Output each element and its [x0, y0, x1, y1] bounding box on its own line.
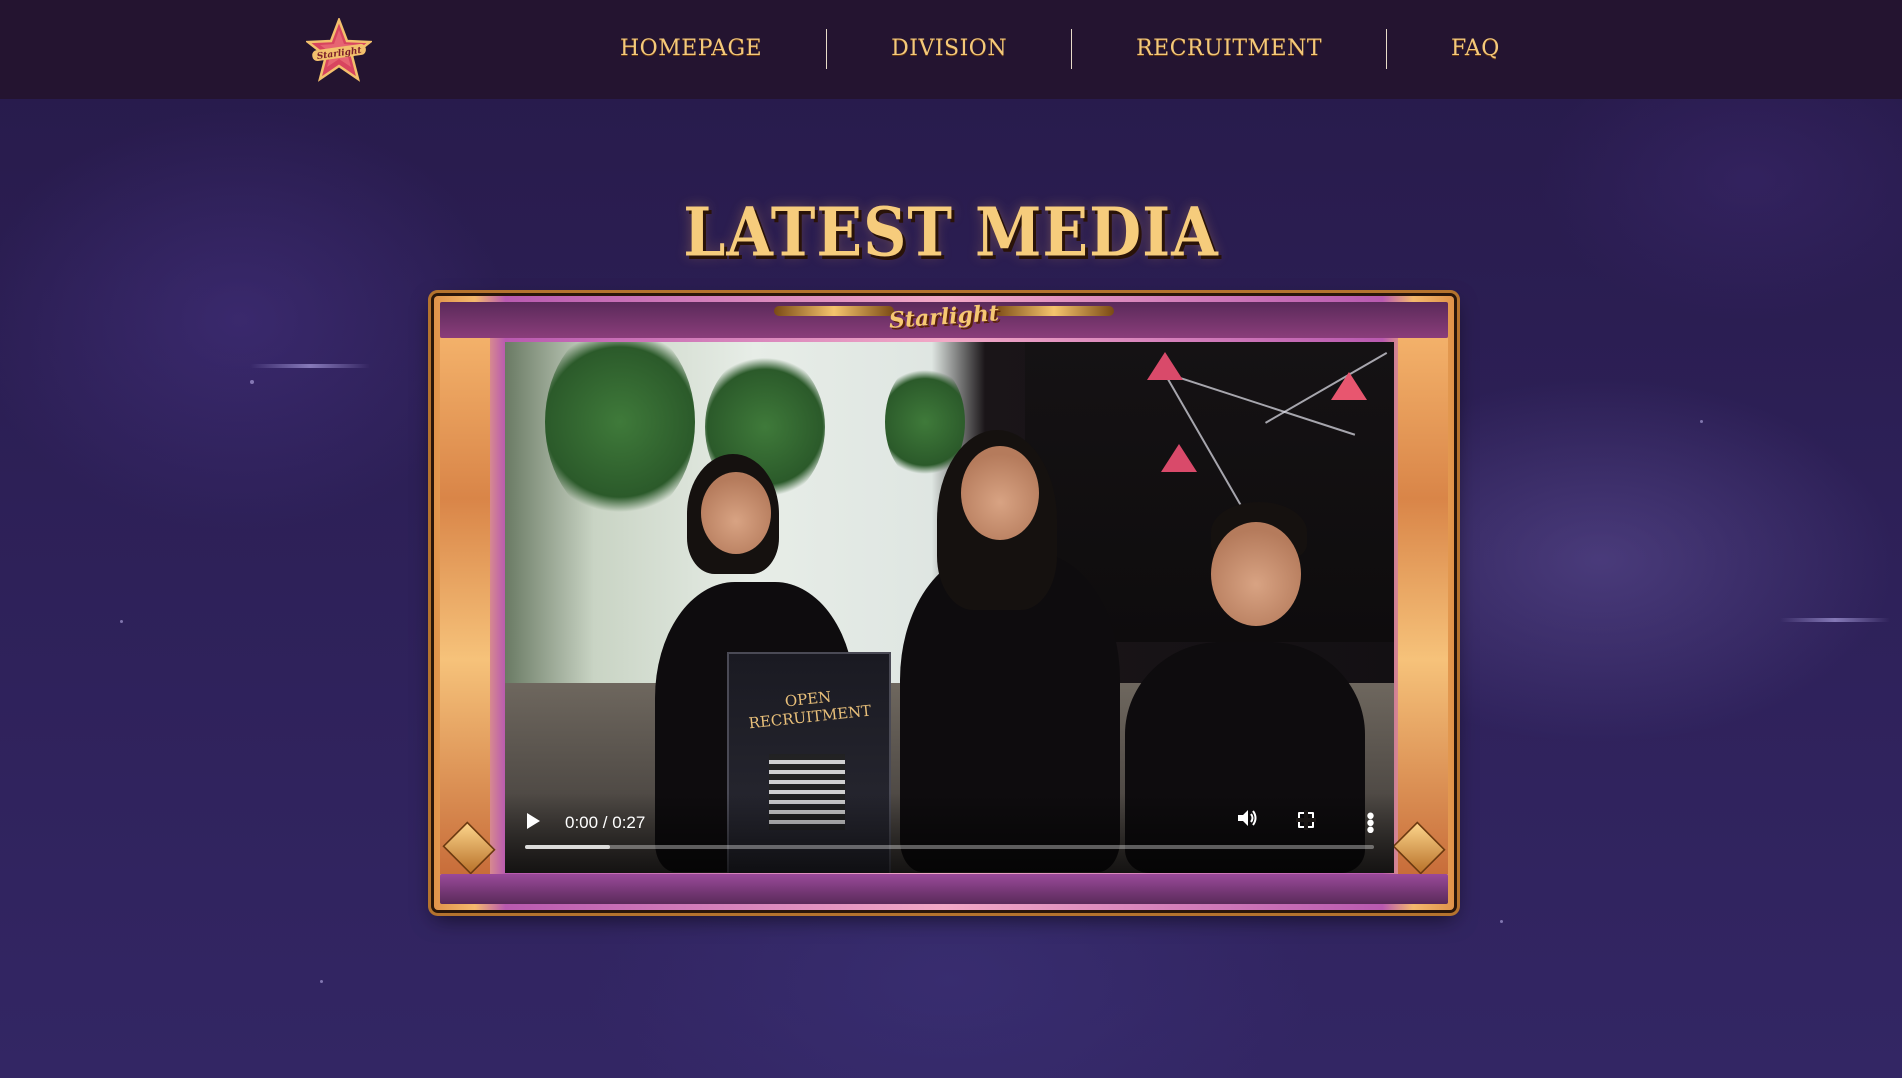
- star-logo-icon: Starlight: [304, 16, 374, 82]
- nav-homepage[interactable]: HOMEPAGE: [580, 29, 826, 69]
- scene-star-decoration: [1147, 352, 1183, 380]
- nav-recruitment[interactable]: RECRUITMENT: [1072, 29, 1386, 69]
- frame-ornament: [994, 306, 1114, 316]
- volume-icon[interactable]: [1236, 808, 1258, 833]
- fullscreen-icon[interactable]: [1296, 810, 1316, 830]
- latest-media-title: LATEST MEDIA: [683, 193, 1219, 273]
- background-star: [250, 380, 254, 384]
- scene-star-decoration: [1161, 444, 1197, 472]
- page: Starlight HOMEPAGE DIVISION RECRUITMENT …: [0, 0, 1902, 1078]
- volume-icon-svg: [1238, 810, 1257, 826]
- scene-face: [701, 472, 771, 554]
- more-options-icon[interactable]: • • •: [1364, 807, 1377, 843]
- frame-side-right: [1398, 338, 1448, 874]
- video-controls: 0:00 / 0:27 • • •: [505, 793, 1394, 873]
- video-progress-bar[interactable]: [525, 845, 1374, 849]
- main-nav: HOMEPAGE DIVISION RECRUITMENT FAQ: [580, 29, 1564, 69]
- starlight-logo[interactable]: Starlight: [304, 16, 374, 82]
- site-header: Starlight HOMEPAGE DIVISION RECRUITMENT …: [0, 0, 1902, 99]
- standee-text: OPEN RECRUITMENT: [747, 687, 873, 733]
- background-star: [1700, 420, 1703, 423]
- video-buffer-fill: [525, 845, 610, 849]
- video-player[interactable]: OPEN RECRUITMENT 0:00 / 0:27 • • •: [505, 342, 1394, 873]
- background-star: [1240, 290, 1243, 293]
- scene-face: [961, 446, 1039, 540]
- nav-faq[interactable]: FAQ: [1387, 29, 1564, 69]
- play-icon[interactable]: [527, 813, 540, 829]
- background-glow: [250, 364, 370, 368]
- background-star: [320, 980, 323, 983]
- frame-side-left: [440, 338, 490, 874]
- nav-division[interactable]: DIVISION: [827, 29, 1071, 69]
- video-time: 0:00 / 0:27: [565, 813, 646, 832]
- scene-face: [1211, 522, 1301, 626]
- scene-star-decoration: [1331, 372, 1367, 400]
- frame-bottom-band: [440, 874, 1448, 904]
- scene-tree: [545, 342, 695, 522]
- frame-ornament: [774, 306, 894, 316]
- background-star: [1500, 920, 1503, 923]
- background-star: [120, 620, 123, 623]
- background-glow: [1780, 618, 1890, 622]
